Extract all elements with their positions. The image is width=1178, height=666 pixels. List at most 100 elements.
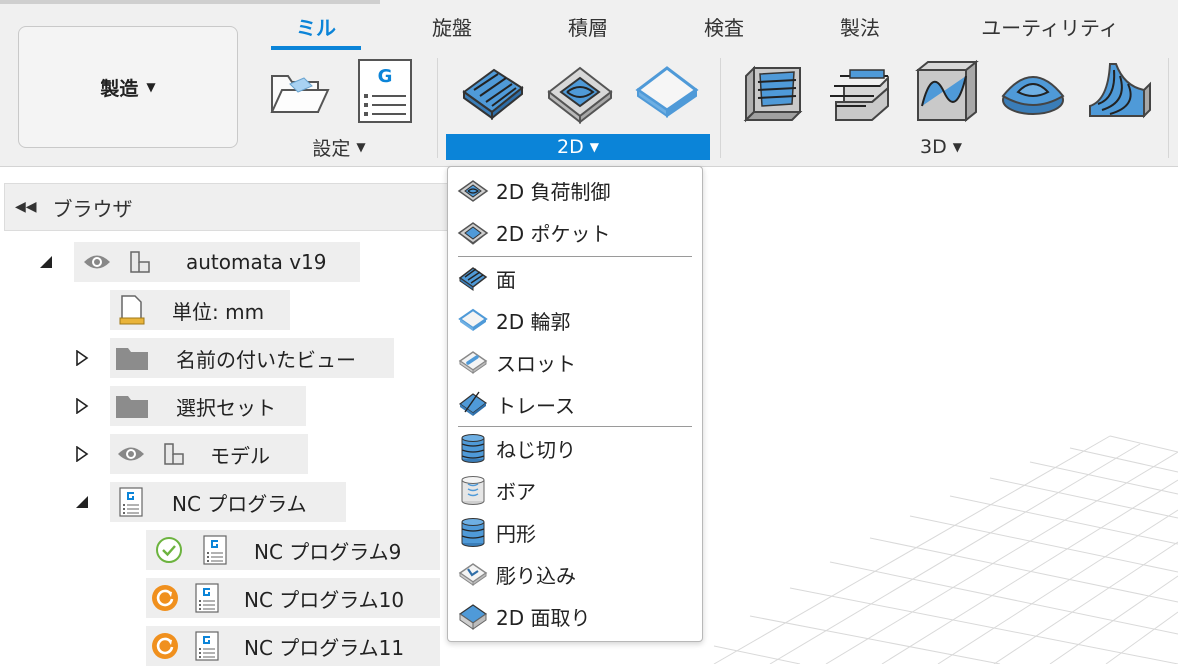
collapsed-triangle-icon[interactable] (74, 446, 90, 462)
nc-program-icon (200, 535, 230, 565)
bore-icon (456, 473, 490, 507)
thread-icon (456, 431, 490, 465)
tree-row-root[interactable]: automata v19 (0, 242, 450, 282)
menu-item-slot[interactable]: スロット (456, 344, 694, 380)
2d-group-button[interactable]: 2D ▼ (446, 134, 710, 160)
eye-icon[interactable] (116, 445, 146, 463)
2d-adaptive-icon[interactable] (458, 56, 528, 126)
tree-item-root[interactable]: automata v19 (74, 242, 360, 282)
menu-item-bore[interactable]: ボア (456, 472, 694, 508)
trace-icon (456, 387, 490, 421)
group-divider (1168, 58, 1169, 158)
tree-label-nc-programs: NC プログラム (172, 491, 307, 516)
tree-item-nc-program[interactable]: NC プログラム11 (146, 626, 440, 666)
menu-item-label: 2D 面取り (496, 605, 591, 630)
2d-contour-icon[interactable] (632, 56, 702, 126)
tree-label-selection-sets: 選択セット (176, 395, 276, 420)
tree-label-nc-program: NC プログラム9 (254, 539, 402, 564)
regenerate-warning-icon (150, 584, 180, 612)
tab-utilities[interactable]: ユーティリティ (960, 12, 1140, 42)
tree-row-nc-program[interactable]: NC プログラム11 (0, 626, 450, 666)
tab-additive[interactable]: 積層 (548, 12, 628, 42)
component-icon (126, 248, 156, 276)
menu-item-face[interactable]: 面 (456, 260, 694, 296)
engrave-icon (456, 557, 490, 591)
tree-item-units[interactable]: 単位: mm (110, 290, 290, 330)
workspace-label: 製造 (100, 77, 139, 100)
tree-item-selection-sets[interactable]: 選択セット (110, 386, 306, 426)
menu-item-label: 面 (496, 267, 516, 292)
menu-item-2d-adaptive[interactable]: 2D 負荷制御 (456, 172, 694, 208)
nc-program-icon (116, 487, 146, 517)
menu-item-engrave[interactable]: 彫り込み (456, 556, 694, 592)
tree-row-selection-sets[interactable]: 選択セット (0, 386, 450, 426)
caret-down-icon: ▼ (146, 80, 156, 94)
tab-turning[interactable]: 旋盤 (412, 12, 492, 42)
tree-item-named-views[interactable]: 名前の付いたビュー (110, 338, 394, 378)
component-icon (160, 440, 190, 468)
nc-program-icon (192, 583, 222, 613)
circular-icon (456, 515, 490, 549)
setup-folder-icon[interactable] (264, 56, 334, 126)
3d-adaptive-icon[interactable] (740, 56, 810, 126)
toolbar-ribbon: 製造 ▼ ミル 旋盤 積層 検査 製法 ユーティリティ G 設定 ▼ 2D ▼ … (0, 0, 1178, 167)
tree-label-root: automata v19 (186, 250, 327, 274)
browser-header: ◀◀ ブラウザ (4, 183, 451, 231)
workspace-selector[interactable]: 製造 ▼ (18, 26, 238, 148)
tree-item-model[interactable]: モデル (110, 434, 308, 474)
collapsed-triangle-icon[interactable] (74, 350, 90, 366)
menu-item-circular[interactable]: 円形 (456, 514, 694, 550)
check-circle-icon (154, 536, 184, 564)
setup-group-button[interactable]: 設定 ▼ (296, 134, 382, 160)
3d-pocket-icon[interactable] (826, 56, 896, 126)
3d-scallop-icon[interactable] (1084, 56, 1154, 126)
browser-title: ブラウザ (52, 196, 133, 221)
face-icon (456, 261, 490, 295)
menu-item-2d-chamfer[interactable]: 2D 面取り (456, 598, 694, 634)
tree-item-nc-programs[interactable]: NC プログラム (110, 482, 346, 522)
3d-group-button[interactable]: 3D ▼ (896, 134, 986, 160)
menu-separator (458, 256, 692, 257)
menu-item-label: 円形 (496, 521, 536, 546)
menu-item-label: トレース (496, 393, 575, 418)
collapse-panel-icon[interactable]: ◀◀ (15, 199, 37, 215)
group-divider (437, 58, 438, 158)
2d-group-label: 2D (557, 136, 584, 158)
menu-item-label: 2D 輪郭 (496, 309, 571, 334)
title-strip (0, 0, 380, 4)
caret-down-icon: ▼ (589, 140, 599, 154)
3d-parallel-icon[interactable] (912, 56, 982, 126)
tree-row-nc-programs[interactable]: NC プログラム (0, 482, 450, 522)
collapsed-triangle-icon[interactable] (74, 398, 90, 414)
expanded-triangle-icon[interactable] (38, 254, 54, 270)
menu-separator (458, 426, 692, 427)
menu-item-2d-pocket[interactable]: 2D ポケット (456, 214, 694, 250)
tab-mill[interactable]: ミル (271, 12, 361, 42)
2d-pocket-icon[interactable] (545, 56, 615, 126)
tree-row-nc-program[interactable]: NC プログラム10 (0, 578, 450, 618)
document-ruler-icon (116, 294, 146, 326)
tree-item-nc-program[interactable]: NC プログラム10 (146, 578, 440, 618)
3d-group-label: 3D (920, 136, 947, 158)
tab-fabrication[interactable]: 製法 (820, 12, 900, 42)
caret-down-icon: ▼ (952, 140, 962, 154)
folder-icon (114, 393, 150, 419)
menu-item-2d-contour[interactable]: 2D 輪郭 (456, 302, 694, 338)
nc-program-icon[interactable]: G (350, 56, 420, 126)
expanded-triangle-icon[interactable] (74, 494, 90, 510)
2d-dropdown-menu: 2D 負荷制御 2D ポケット 面 2D 輪郭 スロット トレース ねじ切り ボ… (447, 166, 703, 642)
tree-row-model[interactable]: モデル (0, 434, 450, 474)
menu-item-trace[interactable]: トレース (456, 386, 694, 422)
3d-contour-icon[interactable] (998, 56, 1068, 126)
tab-inspection[interactable]: 検査 (684, 12, 764, 42)
tree-row-units[interactable]: 単位: mm (0, 290, 450, 330)
tree-item-nc-program[interactable]: NC プログラム9 (146, 530, 440, 570)
tree-row-named-views[interactable]: 名前の付いたビュー (0, 338, 450, 378)
tree-row-nc-program[interactable]: NC プログラム9 (0, 530, 450, 570)
ground-grid (713, 435, 1178, 664)
menu-item-thread[interactable]: ねじ切り (456, 430, 694, 466)
slot-icon (456, 345, 490, 379)
group-divider (720, 58, 721, 158)
tree-label-nc-program: NC プログラム10 (244, 587, 405, 612)
eye-icon[interactable] (82, 253, 112, 271)
